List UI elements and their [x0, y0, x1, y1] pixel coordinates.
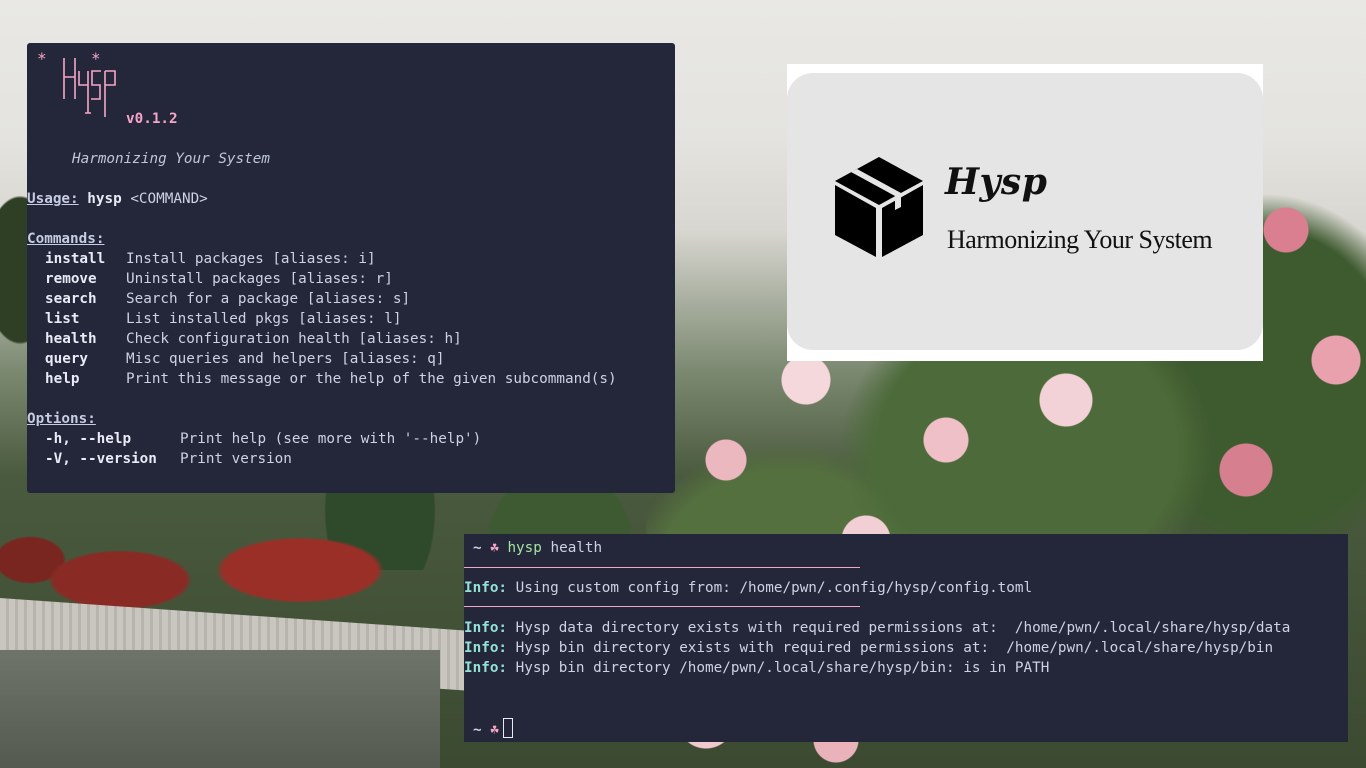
usage-header: Usage: [27, 191, 79, 207]
output-text: Hysp bin directory exists with required … [515, 640, 1274, 656]
info-label: Info: [464, 580, 508, 596]
text-cursor[interactable] [502, 718, 513, 738]
info-label: Info: [464, 640, 508, 656]
sprout-icon: ☘ [490, 540, 499, 556]
command-name: health [45, 331, 97, 347]
sprout-icon: ☘ [490, 722, 499, 738]
option-flag: -V, --version [45, 451, 157, 467]
command-desc: Install packages [aliases: i] [126, 251, 376, 267]
usage-line: Usage: hysp <COMMAND> [27, 189, 208, 209]
command-name: list [45, 311, 80, 327]
command-row: install Install packages [aliases: i] [45, 249, 376, 269]
command-desc: Misc queries and helpers [aliases: q] [126, 351, 445, 367]
prompt-line: ~ ☘ hysp health [473, 538, 602, 558]
command-name: install [45, 251, 106, 267]
command-name: search [45, 291, 97, 307]
typed-command: hysp [507, 540, 542, 556]
command-desc: List installed pkgs [aliases: l] [126, 311, 402, 327]
typed-subcommand: health [550, 540, 603, 556]
star-icons: * * [37, 49, 101, 69]
separator-line [464, 567, 860, 568]
hysp-ascii-logo-icon [63, 58, 116, 117]
output-line: Info: Hysp data directory exists with re… [464, 618, 1290, 638]
option-flag: -h, --help [45, 431, 132, 447]
command-row: remove Uninstall packages [aliases: r] [45, 269, 393, 289]
usage-program: hysp [87, 191, 122, 207]
version-label: v0.1.2 [126, 111, 178, 127]
help-terminal-window[interactable]: * * v0.1.2 Harmonizing Your System Usage… [27, 43, 675, 493]
logo-title: Hysp [945, 161, 1048, 203]
tagline: Harmonizing Your System [72, 151, 270, 167]
command-row: query Misc queries and helpers [aliases: … [45, 349, 444, 369]
separator-line [464, 606, 860, 607]
command-desc: Search for a package [aliases: s] [126, 291, 411, 307]
usage-args: <COMMAND> [130, 191, 208, 207]
prompt-tilde: ~ [473, 540, 482, 556]
command-row: list List installed pkgs [aliases: l] [45, 309, 401, 329]
info-label: Info: [464, 620, 508, 636]
output-line: Info: Using custom config from: /home/pw… [464, 578, 1032, 598]
output-text: Hysp bin directory /home/pwn/.local/shar… [515, 660, 1050, 676]
option-desc: Print help (see more with '--help') [180, 431, 482, 447]
logo-image-window[interactable]: Hysp Harmonizing Your System [787, 64, 1263, 361]
logo-card: Hysp Harmonizing Your System [787, 73, 1263, 350]
command-row: health Check configuration health [aliase… [45, 329, 462, 349]
output-line: Info: Hysp bin directory exists with req… [464, 638, 1273, 658]
option-row: -V, --version Print version [45, 449, 292, 469]
health-terminal-window[interactable]: ~ ☘ hysp health Info: Using custom confi… [464, 534, 1348, 742]
output-line: Info: Hysp bin directory /home/pwn/.loca… [464, 658, 1049, 678]
option-row: -h, --help Print help (see more with '--h… [45, 429, 481, 449]
wallpaper-wall [0, 650, 440, 768]
command-row: help Print this message or the help of th… [45, 369, 617, 389]
command-name: help [45, 371, 80, 387]
command-row: search Search for a package [aliases: s] [45, 289, 410, 309]
command-desc: Print this message or the help of the gi… [126, 371, 617, 387]
package-box-icon [835, 157, 923, 257]
star-icon: * [37, 49, 47, 68]
commands-header: Commands: [27, 231, 105, 247]
option-desc: Print version [180, 451, 292, 467]
commands-line: Commands: [27, 229, 104, 249]
output-text: Hysp data directory exists with required… [515, 620, 1291, 636]
command-desc: Uninstall packages [aliases: r] [126, 271, 393, 287]
output-text: Using custom config from: /home/pwn/.con… [515, 580, 1033, 596]
options-header: Options: [27, 411, 96, 427]
options-line: Options: [27, 409, 96, 429]
command-name: remove [45, 271, 97, 287]
command-desc: Check configuration health [aliases: h] [126, 331, 462, 347]
prompt-line[interactable]: ~ ☘ [473, 718, 513, 740]
info-label: Info: [464, 660, 508, 676]
prompt-tilde: ~ [473, 722, 482, 738]
command-name: query [45, 351, 89, 367]
logo-tagline: Harmonizing Your System [947, 225, 1213, 254]
